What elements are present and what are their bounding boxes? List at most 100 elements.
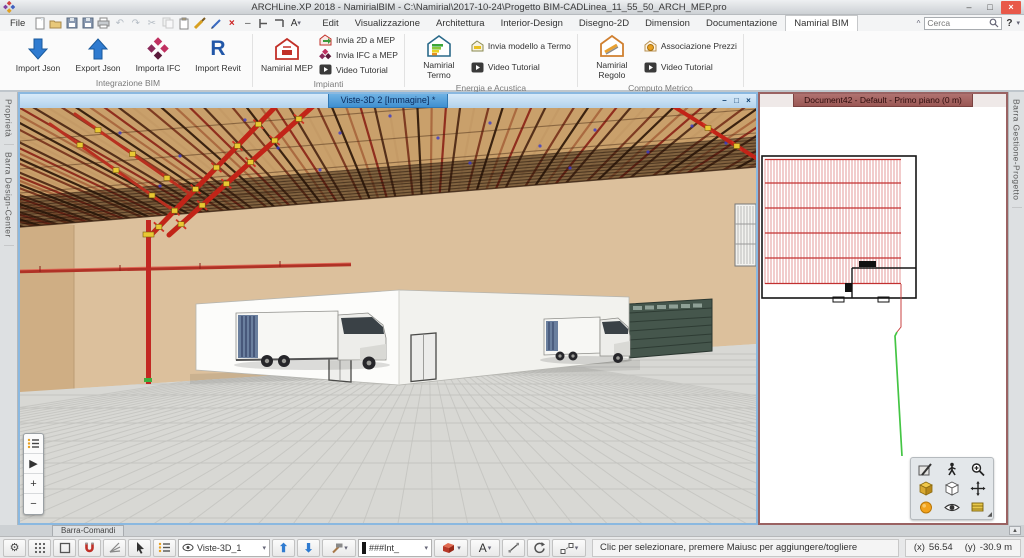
invia-modello-termo-button[interactable]: Invia modello a Termo xyxy=(471,40,571,53)
node-edit-button[interactable]: ▾ xyxy=(552,538,586,557)
help-dropdown-icon[interactable]: ▾ xyxy=(1016,19,1020,27)
ribbon-group-computo-metrico: Namirial Regolo Associazione Prezzi Vide… xyxy=(578,31,743,93)
ribbon-collapse-icon[interactable]: ^ xyxy=(917,19,921,28)
workspace: Proprietà Barra Design-Center Viste-3D 2… xyxy=(0,92,1024,525)
rotate-button[interactable] xyxy=(527,538,550,557)
video-tutorial-termo-button[interactable]: Video Tutorial xyxy=(471,61,571,74)
close-icon[interactable]: × xyxy=(1001,0,1021,14)
frame-select-button[interactable] xyxy=(53,538,76,557)
wireframe-view-tool[interactable] xyxy=(939,479,965,498)
redo-icon[interactable]: ↷ xyxy=(128,16,143,30)
layer-selector[interactable]: ###Int_ ▾ xyxy=(358,538,432,557)
perspective-eye-tool[interactable] xyxy=(939,498,965,517)
search-input[interactable] xyxy=(927,18,990,28)
zoom-tool[interactable] xyxy=(965,460,991,479)
menubar: File ↶ ↷ ✂ × – A ▾ Edit Visualizzazione A… xyxy=(0,15,1024,31)
view3d-mini-toolbar: ▶ + − xyxy=(23,433,44,515)
build-tools-button[interactable]: ▾ xyxy=(322,538,356,557)
print-icon[interactable] xyxy=(96,16,111,30)
line-tool-icon[interactable]: – xyxy=(240,16,255,30)
sidebar-tab-design-center[interactable]: Barra Design-Center xyxy=(3,145,14,246)
plan2d-canvas[interactable]: ◢ xyxy=(760,107,1006,523)
3d-scene[interactable] xyxy=(20,108,756,523)
pan-tool[interactable] xyxy=(965,479,991,498)
ribbon-group-energia-acustica: Namirial Termo Invia modello a Termo Vid… xyxy=(405,31,577,93)
sidebar-tab-barra-comandi[interactable]: Barra-Comandi xyxy=(52,525,125,536)
sidebar-tab-gestione-progetto[interactable]: Barra Gestione-Progetto xyxy=(1011,92,1022,209)
menu-item-disegno-2d[interactable]: Disegno-2D xyxy=(571,15,637,31)
arrow-up-icon xyxy=(87,36,109,62)
save-icon[interactable] xyxy=(64,16,79,30)
select-tool-button[interactable] xyxy=(128,538,151,557)
view-selector[interactable]: Viste-3D_1 ▾ xyxy=(178,538,270,557)
view3d-canvas[interactable]: ▶ + − xyxy=(20,108,756,523)
help-button[interactable]: ? xyxy=(1006,18,1012,29)
chevron-down-icon: ▾ xyxy=(344,544,348,552)
floor-up-button[interactable]: ⬆ xyxy=(272,538,295,557)
view3d-minimize-icon[interactable]: – xyxy=(719,95,730,106)
undo-icon[interactable]: ↶ xyxy=(112,16,127,30)
video-tutorial-regolo-button[interactable]: Video Tutorial xyxy=(644,61,737,74)
text-style-icon[interactable]: A ▾ xyxy=(288,16,303,30)
floor-down-button[interactable]: ⬇ xyxy=(297,538,320,557)
cut-icon[interactable]: ✂ xyxy=(144,16,159,30)
selection-list-button[interactable] xyxy=(153,538,176,557)
open-folder-icon[interactable] xyxy=(48,16,63,30)
namirial-mep-button[interactable]: Namirial MEP xyxy=(259,36,315,73)
associazione-prezzi-button[interactable]: Associazione Prezzi xyxy=(644,40,737,53)
namirial-regolo-button[interactable]: Namirial Regolo xyxy=(584,33,640,80)
search-icon[interactable] xyxy=(989,18,999,28)
snap-corner-icon[interactable] xyxy=(272,16,287,30)
menu-item-interior-design[interactable]: Interior-Design xyxy=(493,15,571,31)
grid-toggle-button[interactable] xyxy=(28,538,51,557)
importa-ifc-button[interactable]: Importa IFC xyxy=(130,36,186,73)
menu-file[interactable]: File xyxy=(4,18,31,29)
plan2d-titlebar: Document42 - Default - Primo piano (0 m) xyxy=(760,94,1006,107)
import-revit-button[interactable]: R Import Revit xyxy=(190,36,246,73)
view3d-maximize-icon[interactable]: □ xyxy=(731,95,742,106)
plan2d-title-tab[interactable]: Document42 - Default - Primo piano (0 m) xyxy=(793,94,973,107)
zoom-in-button[interactable]: + xyxy=(24,474,43,494)
walk-mode-tool[interactable] xyxy=(939,460,965,479)
import-json-button[interactable]: Import Json xyxy=(10,36,66,73)
solid-view-tool[interactable] xyxy=(913,479,939,498)
snap-perpendicular-icon[interactable] xyxy=(256,16,271,30)
pencil-icon[interactable] xyxy=(208,16,223,30)
play-button[interactable]: ▶ xyxy=(24,454,43,474)
brush-icon[interactable] xyxy=(192,16,207,30)
maximize-icon[interactable]: □ xyxy=(980,1,1000,14)
menu-item-dimension[interactable]: Dimension xyxy=(637,15,698,31)
sidebar-tab-proprieta[interactable]: Proprietà xyxy=(3,92,14,146)
scroll-up-icon[interactable]: ▲ xyxy=(1009,526,1021,535)
view3d-close-icon[interactable]: × xyxy=(743,95,754,106)
dimension-button[interactable] xyxy=(502,538,525,557)
menu-item-documentazione[interactable]: Documentazione xyxy=(698,15,785,31)
zoom-out-button[interactable]: − xyxy=(24,494,43,514)
minimize-icon[interactable]: – xyxy=(959,1,979,14)
new-document-icon[interactable] xyxy=(32,16,47,30)
snap-toggle-button[interactable] xyxy=(78,538,101,557)
plan-print-tool[interactable] xyxy=(913,460,939,479)
paste-icon[interactable] xyxy=(176,16,191,30)
delete-icon[interactable]: × xyxy=(224,16,239,30)
menu-item-namirial-bim[interactable]: Namirial BIM xyxy=(785,15,858,31)
invia-ifc-mep-button[interactable]: Invia IFC a MEP xyxy=(319,48,398,61)
menu-item-visualizzazione[interactable]: Visualizzazione xyxy=(347,15,428,31)
menu-item-edit[interactable]: Edit xyxy=(314,15,346,31)
animation-list-button[interactable] xyxy=(24,434,43,454)
export-json-button[interactable]: Export Json xyxy=(70,36,126,73)
sun-shading-tool[interactable] xyxy=(913,498,939,517)
copy-icon[interactable] xyxy=(160,16,175,30)
namirial-termo-button[interactable]: Namirial Termo xyxy=(411,33,467,80)
material-button[interactable]: ▾ xyxy=(434,538,468,557)
view3d-title-tab[interactable]: Viste-3D 2 [Immagine] * xyxy=(327,94,449,108)
invia-2d-mep-button[interactable]: Invia 2D a MEP xyxy=(319,33,398,46)
save-as-icon[interactable] xyxy=(80,16,95,30)
palette-expand-icon[interactable]: ◢ xyxy=(987,511,992,518)
text-style-button[interactable]: A ▾ xyxy=(470,538,500,557)
settings-button[interactable]: ⚙ xyxy=(3,538,26,557)
gear-icon: ⚙ xyxy=(9,542,20,554)
video-tutorial-mep-button[interactable]: Video Tutorial xyxy=(319,63,398,76)
menu-item-architettura[interactable]: Architettura xyxy=(428,15,493,31)
angle-snap-button[interactable] xyxy=(103,538,126,557)
